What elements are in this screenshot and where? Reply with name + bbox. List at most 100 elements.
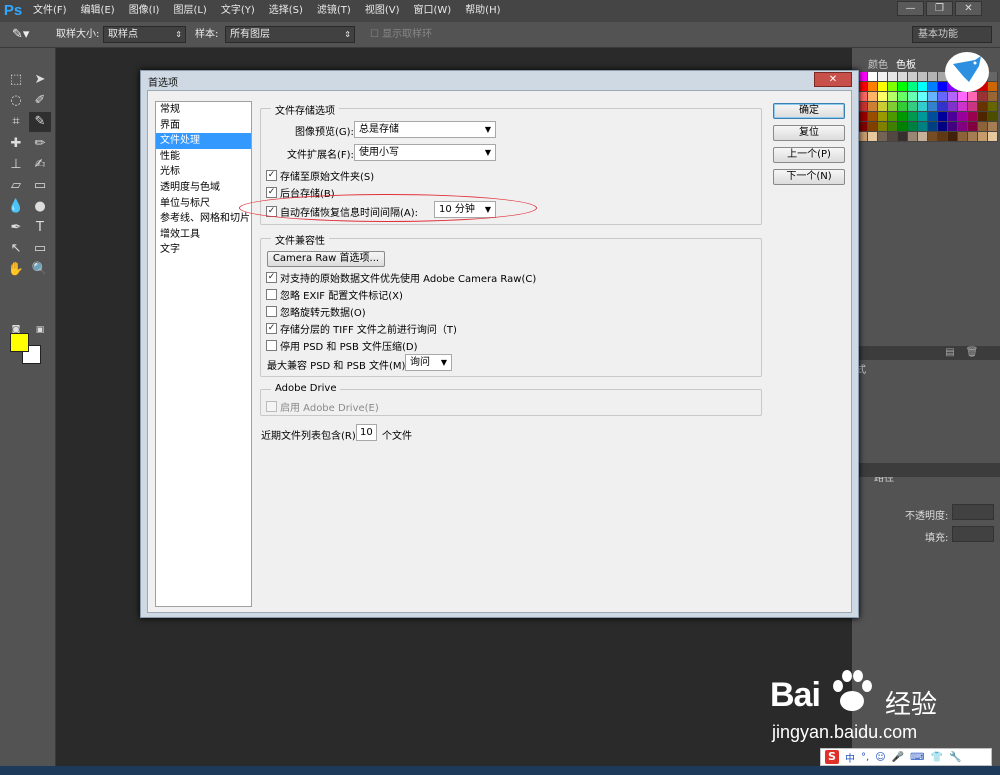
type-icon[interactable]: T <box>29 218 51 238</box>
path-select-icon[interactable]: ↖ <box>5 239 27 259</box>
swatch[interactable] <box>878 112 888 122</box>
swatch[interactable] <box>908 82 918 92</box>
swatch[interactable] <box>948 102 958 112</box>
swatch[interactable] <box>958 102 968 112</box>
swatch[interactable] <box>858 112 868 122</box>
brush-icon[interactable]: ✏ <box>29 134 51 154</box>
ime-mode-chinese[interactable]: 中 <box>845 750 855 765</box>
swatch[interactable] <box>908 132 918 142</box>
swatch[interactable] <box>978 132 988 142</box>
swatch[interactable] <box>948 122 958 132</box>
swatch[interactable] <box>968 92 978 102</box>
swatch[interactable] <box>918 102 928 112</box>
menu-select[interactable]: 选择(S) <box>262 0 310 22</box>
save-original-folder-checkbox[interactable]: ✓ 存储至原始文件夹(S) <box>266 168 374 183</box>
swatch[interactable] <box>928 102 938 112</box>
category-performance[interactable]: 性能 <box>156 149 251 165</box>
swatch[interactable] <box>858 72 868 82</box>
swatch[interactable] <box>988 102 998 112</box>
swatch[interactable] <box>908 102 918 112</box>
sample-size-select[interactable]: 取样点 ⇕ <box>103 26 186 43</box>
swatch[interactable] <box>968 132 978 142</box>
image-preview-select[interactable]: 总是存储 ▼ <box>354 121 496 138</box>
crop-icon[interactable]: ⌗ <box>5 112 27 132</box>
swatch[interactable] <box>878 132 888 142</box>
sogou-logo-icon[interactable]: S <box>825 750 839 764</box>
swatch[interactable] <box>988 82 998 92</box>
ask-tiff-checkbox[interactable]: ✓ 存储分层的 TIFF 文件之前进行询问（T) <box>266 321 457 336</box>
ime-keyboard-icon[interactable]: ⌨ <box>910 752 924 763</box>
swatch[interactable] <box>888 102 898 112</box>
swatch[interactable] <box>878 102 888 112</box>
category-transparency[interactable]: 透明度与色域 <box>156 180 251 196</box>
swatch[interactable] <box>978 122 988 132</box>
swatch[interactable] <box>898 102 908 112</box>
swatch[interactable] <box>858 82 868 92</box>
sample-select[interactable]: 所有图层 ⇕ <box>225 26 355 43</box>
swatch[interactable] <box>988 132 998 142</box>
category-plugins[interactable]: 增效工具 <box>156 227 251 243</box>
swatch[interactable] <box>968 122 978 132</box>
eraser-icon[interactable]: ▱ <box>5 176 27 196</box>
swatch[interactable] <box>868 132 878 142</box>
swatch[interactable] <box>948 92 958 102</box>
swatch[interactable] <box>958 92 968 102</box>
swatch[interactable] <box>928 122 938 132</box>
swatch[interactable] <box>978 102 988 112</box>
category-cursors[interactable]: 光标 <box>156 164 251 180</box>
dialog-close-button[interactable]: ✕ <box>814 72 852 87</box>
swatch[interactable] <box>888 112 898 122</box>
close-button[interactable]: ✕ <box>955 1 982 16</box>
swatch[interactable] <box>948 132 958 142</box>
workspace-select[interactable]: 基本功能 <box>912 26 992 43</box>
swatch[interactable] <box>858 132 868 142</box>
ok-button[interactable]: 确定 <box>773 103 845 119</box>
show-ring-checkbox[interactable]: ☐ 显示取样环 <box>370 27 432 43</box>
menu-filter[interactable]: 滤镜(T) <box>310 0 358 22</box>
swatch[interactable] <box>878 72 888 82</box>
swatch[interactable] <box>888 132 898 142</box>
swatch[interactable] <box>978 112 988 122</box>
swatch[interactable] <box>938 132 948 142</box>
swatch[interactable] <box>908 122 918 132</box>
swatch[interactable] <box>958 122 968 132</box>
gradient-icon[interactable]: ▭ <box>29 176 51 196</box>
swatch[interactable] <box>908 92 918 102</box>
swatch[interactable] <box>858 92 868 102</box>
move-icon[interactable]: ➤ <box>29 70 51 90</box>
foreground-color-swatch[interactable] <box>10 333 29 352</box>
menu-image[interactable]: 图像(I) <box>122 0 167 22</box>
swatch[interactable] <box>898 72 908 82</box>
swatch[interactable] <box>938 92 948 102</box>
ignore-rotation-checkbox[interactable]: 忽略旋转元数据(O) <box>266 304 366 319</box>
category-guides[interactable]: 参考线、网格和切片 <box>156 211 251 227</box>
swatch[interactable] <box>988 112 998 122</box>
enable-adobe-drive-checkbox[interactable]: 启用 Adobe Drive(E) <box>266 399 379 414</box>
new-swatch-icon[interactable]: ▤ <box>943 347 957 359</box>
marquee-icon[interactable]: ⬚ <box>5 70 27 90</box>
swatch[interactable] <box>958 132 968 142</box>
swatch[interactable] <box>858 122 868 132</box>
trash-icon[interactable]: 🗑 <box>965 347 979 359</box>
swatch[interactable] <box>968 112 978 122</box>
menu-type[interactable]: 文字(Y) <box>214 0 262 22</box>
menu-file[interactable]: 文件(F) <box>26 0 74 22</box>
previous-button[interactable]: 上一个(P) <box>773 147 845 163</box>
swatch[interactable] <box>938 122 948 132</box>
tab-color[interactable]: 颜色 <box>864 59 892 73</box>
lasso-icon[interactable]: ◌ <box>5 91 27 111</box>
swatch[interactable] <box>938 112 948 122</box>
swatch[interactable] <box>868 122 878 132</box>
swatch[interactable] <box>888 92 898 102</box>
ignore-exif-checkbox[interactable]: 忽略 EXIF 配置文件标记(X) <box>266 287 403 302</box>
swatch[interactable] <box>928 82 938 92</box>
category-type[interactable]: 文字 <box>156 242 251 258</box>
pen-icon[interactable]: ✒ <box>5 218 27 238</box>
swatch[interactable] <box>988 122 998 132</box>
swatch[interactable] <box>888 72 898 82</box>
prefer-camera-raw-checkbox[interactable]: ✓ 对支持的原始数据文件优先使用 Adobe Camera Raw(C) <box>266 270 536 285</box>
swatch[interactable] <box>868 102 878 112</box>
swatch[interactable] <box>988 92 998 102</box>
eyedropper-icon[interactable]: ✎▾ <box>12 27 29 43</box>
swatch[interactable] <box>928 132 938 142</box>
